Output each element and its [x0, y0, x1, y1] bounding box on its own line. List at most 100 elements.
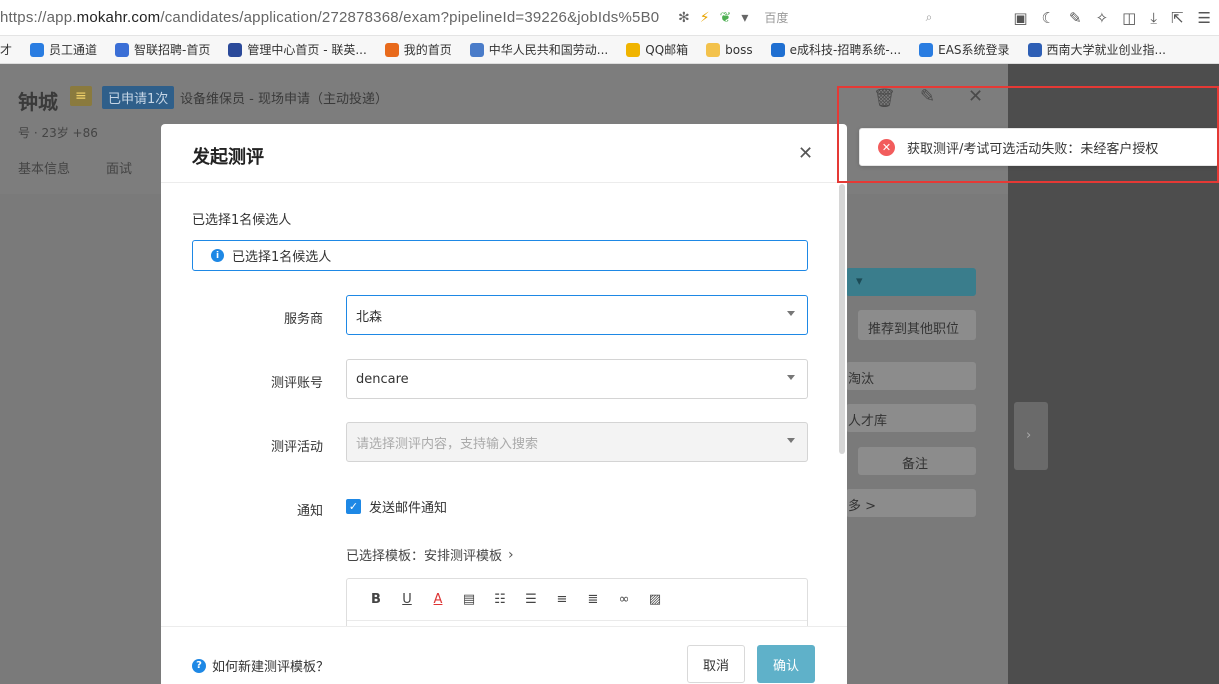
window-icon[interactable]: ◫	[1122, 9, 1136, 27]
share-icon[interactable]: ⇱	[1171, 9, 1184, 27]
bookmark-item[interactable]: boss	[706, 42, 753, 57]
help-link-text: 如何新建测评模板？	[212, 660, 330, 675]
bookmark-label: 西南大学就业创业指...	[1046, 43, 1166, 57]
search-icon[interactable]: ⌕	[926, 10, 933, 25]
bookmark-label: QQ邮箱	[645, 43, 689, 57]
close-page-icon[interactable]: ✕	[968, 86, 983, 107]
candidate-name: 钟城	[18, 90, 58, 114]
bookmark-item[interactable]: e成科技-招聘系统-...	[770, 41, 901, 58]
bookmark-icon	[384, 42, 399, 57]
bold-icon[interactable]: B	[367, 591, 385, 609]
bookmark-label: 才	[0, 43, 13, 57]
activity-select[interactable]: 请选择测评内容，支持输入搜索	[346, 422, 808, 462]
url-text[interactable]: https://app.mokahr.com/candidates/applic…	[0, 9, 672, 26]
bookmark-item[interactable]: 我的首页	[384, 41, 452, 58]
chevron-down-icon	[787, 311, 795, 316]
align-center-icon[interactable]: ≡	[553, 591, 571, 609]
dialog-scrollbar[interactable]	[839, 184, 845, 454]
download-icon[interactable]: ⤓	[1150, 9, 1157, 27]
bookmark-icon	[469, 42, 484, 57]
more-label: 多 >	[848, 499, 877, 514]
tools-icon[interactable]: ✎	[1069, 9, 1082, 27]
dropdown-icon[interactable]: ▾	[741, 10, 748, 26]
email-notify-label: 发送邮件通知	[369, 501, 448, 516]
activity-label: 测评活动	[270, 440, 323, 455]
lightning-icon[interactable]: ⚡	[700, 10, 710, 26]
status-dropdown[interactable]	[846, 268, 976, 296]
edit-icon[interactable]: ✎	[920, 86, 935, 107]
bookmark-item[interactable]: 才	[0, 41, 12, 58]
help-icon: ?	[192, 658, 206, 673]
bookmark-icon	[30, 42, 45, 57]
link-icon[interactable]: ∞	[615, 591, 633, 609]
bookmark-item[interactable]: 员工通道	[30, 41, 97, 58]
status-dropdown-label: ▾	[856, 274, 863, 289]
menu-icon[interactable]: ☰	[1198, 9, 1211, 27]
dialog-title: 发起测评	[192, 147, 264, 168]
template-selector[interactable]: 已选择模板：安排测评模板 ›	[346, 545, 514, 565]
bookmark-item[interactable]: EAS系统登录	[919, 41, 1010, 58]
provider-label: 服务商	[283, 312, 323, 327]
format-icon[interactable]: ▤	[460, 591, 478, 609]
tab-basic-info[interactable]: 基本信息	[18, 158, 70, 177]
image-icon[interactable]: ▨	[646, 591, 664, 609]
bookmark-item[interactable]: QQ邮箱	[626, 41, 688, 58]
checkmark-icon[interactable]: ✓	[346, 499, 361, 514]
bookmark-item[interactable]: 西南大学就业创业指...	[1027, 41, 1166, 58]
candidate-position[interactable]: 设备维保员 - 现场申请（主动投递）	[180, 88, 388, 107]
close-icon[interactable]: ✕	[798, 143, 813, 164]
browser-address-bar[interactable]: https://app.mokahr.com/candidates/applic…	[0, 0, 1219, 36]
recommend-label: 推荐到其他职位	[868, 322, 960, 337]
bookmark-icon	[626, 42, 641, 57]
bookmark-item[interactable]: 中华人民共和国劳动...	[469, 41, 609, 58]
bookmark-item[interactable]: 智联招聘-首页	[115, 41, 210, 58]
screenshot-icon[interactable]: ▣	[1013, 9, 1027, 27]
unordered-list-icon[interactable]: ☰	[522, 591, 540, 609]
account-label: 测评账号	[270, 376, 323, 391]
provider-select[interactable]: 北森	[346, 295, 808, 335]
resume-icon: ≡	[70, 86, 92, 106]
ordered-list-icon[interactable]: ☷	[491, 591, 509, 609]
align-right-icon[interactable]: ≣	[584, 591, 602, 609]
info-icon: i	[211, 249, 224, 262]
chevron-right-icon: ›	[1026, 428, 1032, 443]
underline-icon[interactable]: U	[398, 591, 416, 609]
bookmark-label: boss	[725, 42, 753, 57]
talent-pool-label: 人才库	[848, 414, 888, 429]
error-icon: ✕	[878, 138, 895, 156]
bookmarks-bar: 才 员工通道 智联招聘-首页 管理中心首页 - 联英... 我的首页 中华人民共和国劳动.…	[0, 36, 1219, 64]
account-select[interactable]: dencare	[346, 359, 808, 399]
bookmark-icon	[115, 42, 130, 57]
dialog-divider	[161, 182, 847, 183]
bookmark-icon	[770, 42, 785, 57]
provider-value: 北森	[356, 309, 383, 325]
tab-interview[interactable]: 面试	[106, 158, 132, 177]
selected-info-text: 已选择1名候选人	[232, 250, 332, 265]
delete-icon[interactable]: 🗑	[873, 88, 896, 109]
help-link[interactable]: ? 如何新建测评模板？	[192, 656, 329, 675]
email-notify-checkbox[interactable]: ✓ 发送邮件通知	[346, 497, 447, 516]
bookmark-item[interactable]: 管理中心首页 - 联英...	[228, 41, 367, 58]
bookmark-label: 中华人民共和国劳动...	[488, 43, 609, 57]
moon-icon[interactable]: ☾	[1042, 9, 1055, 27]
extension-icon[interactable]: ✻	[678, 10, 690, 26]
puzzle-icon[interactable]: ✧	[1096, 9, 1109, 27]
notify-label: 通知	[296, 504, 323, 519]
account-value: dencare	[356, 371, 409, 387]
selected-count-label: 已选择1名候选人	[192, 213, 292, 228]
error-toast: ✕ 获取测评/考试可选活动失败：未经客户授权	[859, 128, 1219, 166]
bookmark-label: 智联招聘-首页	[134, 43, 211, 57]
leaf-icon[interactable]: ❦	[720, 10, 732, 26]
bookmark-icon	[228, 42, 243, 57]
bookmark-label: 管理中心首页 - 联英...	[247, 43, 367, 57]
font-color-icon[interactable]: A	[429, 591, 447, 609]
bookmark-label: 员工通道	[49, 43, 98, 57]
dialog-footer: ? 如何新建测评模板？ 取消 确认	[161, 626, 847, 684]
reject-label: 淘汰	[848, 372, 875, 387]
cancel-button[interactable]: 取消	[687, 645, 745, 683]
bookmark-label: EAS系统登录	[938, 43, 1010, 57]
browser-search-input[interactable]: 百度 ⌕	[758, 6, 938, 30]
applied-badge: 已申请1次	[102, 86, 175, 109]
confirm-button[interactable]: 确认	[757, 645, 815, 683]
candidate-meta: 号 · 23岁 +86	[18, 126, 98, 140]
